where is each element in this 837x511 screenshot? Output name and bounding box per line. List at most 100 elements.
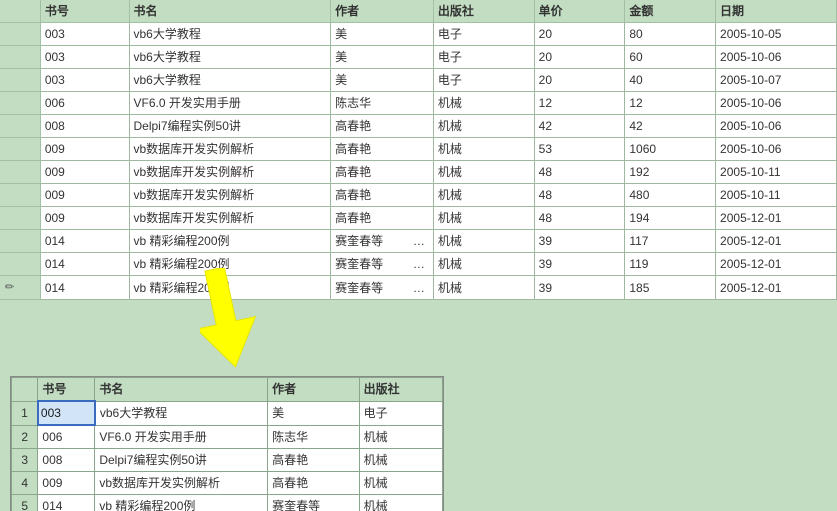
table-row[interactable]: 009vb数据库开发实例解析高春艳机械481922005-10-11 <box>0 161 837 184</box>
cell-id[interactable]: 003 <box>40 46 129 69</box>
cell-name[interactable]: vb 精彩编程200例 <box>129 253 331 276</box>
cell-date[interactable]: 2005-10-06 <box>716 138 837 161</box>
table-row[interactable]: 5014vb 精彩编程200例赛奎春等机械 <box>12 495 443 511</box>
cell-author[interactable]: 赛奎春等 <box>268 495 359 511</box>
cell-publisher[interactable]: 机械 <box>433 92 534 115</box>
row-header[interactable] <box>0 207 40 230</box>
cell-price[interactable]: 20 <box>534 69 625 92</box>
cell-date[interactable]: 2005-12-01 <box>716 276 837 300</box>
cell-id[interactable]: 003 <box>40 23 129 46</box>
bcol-header-id[interactable]: 书号 <box>38 378 95 402</box>
row-number[interactable]: 2 <box>12 425 38 449</box>
cell-name[interactable]: vb 精彩编程200例 <box>129 276 331 300</box>
cell-author[interactable]: 高春艳 <box>268 449 359 472</box>
cell-publisher[interactable]: 电子 <box>433 23 534 46</box>
table-row[interactable]: 014vb 精彩编程200例赛奎春等…机械391172005-12-01 <box>0 230 837 253</box>
cell-name[interactable]: vb数据库开发实例解析 <box>129 207 331 230</box>
row-header[interactable] <box>0 69 40 92</box>
row-header[interactable] <box>0 253 40 276</box>
col-header-date[interactable]: 日期 <box>716 0 837 23</box>
cell-author[interactable]: 陈志华 <box>268 425 359 449</box>
cell-amount[interactable]: 60 <box>625 46 716 69</box>
cell-date[interactable]: 2005-10-11 <box>716 184 837 207</box>
cell-date[interactable]: 2005-10-07 <box>716 69 837 92</box>
cell-id[interactable]: 009 <box>38 472 95 495</box>
cell-name[interactable]: Delpi7编程实例50讲 <box>129 115 331 138</box>
cell-id[interactable]: 014 <box>38 495 95 511</box>
cell-price[interactable]: 48 <box>534 184 625 207</box>
cell-date[interactable]: 2005-10-11 <box>716 161 837 184</box>
cell-price[interactable]: 39 <box>534 276 625 300</box>
top-data-grid[interactable]: 书号 书名 作者 出版社 单价 金额 日期 003vb6大学教程美电子20802… <box>0 0 837 300</box>
cell-date[interactable]: 2005-10-05 <box>716 23 837 46</box>
cell-amount[interactable]: 192 <box>625 161 716 184</box>
cell-publisher[interactable]: 机械 <box>359 425 442 449</box>
table-row[interactable]: ✎014vb 精彩编程200例赛奎春等…机械391852005-12-01 <box>0 276 837 300</box>
cell-name[interactable]: vb6大学教程 <box>95 401 268 425</box>
cell-date[interactable]: 2005-10-06 <box>716 46 837 69</box>
col-header-publisher[interactable]: 出版社 <box>433 0 534 23</box>
cell-publisher[interactable]: 机械 <box>433 207 534 230</box>
table-row[interactable]: 009vb数据库开发实例解析高春艳机械5310602005-10-06 <box>0 138 837 161</box>
cell-id[interactable]: 006 <box>40 92 129 115</box>
cell-id[interactable]: 008 <box>40 115 129 138</box>
cell-id[interactable]: 008 <box>38 449 95 472</box>
row-header[interactable] <box>0 115 40 138</box>
cell-price[interactable]: 12 <box>534 92 625 115</box>
cell-author[interactable]: 美 <box>331 23 434 46</box>
cell-author[interactable]: 高春艳 <box>331 115 434 138</box>
cell-price[interactable]: 39 <box>534 253 625 276</box>
col-header-price[interactable]: 单价 <box>534 0 625 23</box>
table-row[interactable]: 008Delpi7编程实例50讲高春艳机械42422005-10-06 <box>0 115 837 138</box>
cell-amount[interactable]: 117 <box>625 230 716 253</box>
col-header-name[interactable]: 书名 <box>129 0 331 23</box>
bcol-header-publisher[interactable]: 出版社 <box>359 378 442 402</box>
row-number[interactable]: 1 <box>12 401 38 425</box>
row-header[interactable]: ✎ <box>0 276 40 300</box>
cell-name[interactable]: vb数据库开发实例解析 <box>95 472 268 495</box>
row-number[interactable]: 5 <box>12 495 38 511</box>
cell-publisher[interactable]: 机械 <box>433 276 534 300</box>
cell-author[interactable]: 美 <box>331 69 434 92</box>
cell-author[interactable]: 赛奎春等… <box>331 253 434 276</box>
cell-price[interactable]: 20 <box>534 46 625 69</box>
cell-price[interactable]: 39 <box>534 230 625 253</box>
cell-id[interactable]: 003 <box>40 69 129 92</box>
cell-author[interactable]: 高春艳 <box>331 138 434 161</box>
bcol-header-name[interactable]: 书名 <box>95 378 268 402</box>
table-row[interactable]: 009vb数据库开发实例解析高春艳机械484802005-10-11 <box>0 184 837 207</box>
table-row[interactable]: 4009vb数据库开发实例解析高春艳机械 <box>12 472 443 495</box>
cell-name[interactable]: vb6大学教程 <box>129 46 331 69</box>
cell-publisher[interactable]: 机械 <box>359 449 442 472</box>
cell-name[interactable]: vb6大学教程 <box>129 23 331 46</box>
cell-date[interactable]: 2005-12-01 <box>716 230 837 253</box>
cell-publisher[interactable]: 机械 <box>433 253 534 276</box>
cell-name[interactable]: VF6.0 开发实用手册 <box>129 92 331 115</box>
row-header[interactable] <box>0 161 40 184</box>
cell-id[interactable]: 009 <box>40 207 129 230</box>
cell-author[interactable]: 高春艳 <box>331 161 434 184</box>
table-row[interactable]: 1003vb6大学教程美电子 <box>12 401 443 425</box>
cell-amount[interactable]: 12 <box>625 92 716 115</box>
cell-id[interactable]: 003 <box>38 401 95 425</box>
row-header[interactable] <box>0 46 40 69</box>
row-number[interactable]: 3 <box>12 449 38 472</box>
cell-amount[interactable]: 42 <box>625 115 716 138</box>
cell-name[interactable]: vb 精彩编程200例 <box>95 495 268 511</box>
cell-price[interactable]: 20 <box>534 23 625 46</box>
cell-price[interactable]: 48 <box>534 207 625 230</box>
cell-amount[interactable]: 1060 <box>625 138 716 161</box>
cell-name[interactable]: vb数据库开发实例解析 <box>129 138 331 161</box>
cell-author[interactable]: 高春艳 <box>331 207 434 230</box>
cell-id[interactable]: 006 <box>38 425 95 449</box>
cell-publisher[interactable]: 电子 <box>433 46 534 69</box>
table-row[interactable]: 003vb6大学教程美电子20402005-10-07 <box>0 69 837 92</box>
col-header-id[interactable]: 书号 <box>40 0 129 23</box>
row-header[interactable] <box>0 184 40 207</box>
cell-id[interactable]: 009 <box>40 184 129 207</box>
table-row[interactable]: 006VF6.0 开发实用手册陈志华机械12122005-10-06 <box>0 92 837 115</box>
row-header[interactable] <box>0 138 40 161</box>
table-row[interactable]: 3008Delpi7编程实例50讲高春艳机械 <box>12 449 443 472</box>
cell-date[interactable]: 2005-10-06 <box>716 92 837 115</box>
cell-date[interactable]: 2005-10-06 <box>716 115 837 138</box>
